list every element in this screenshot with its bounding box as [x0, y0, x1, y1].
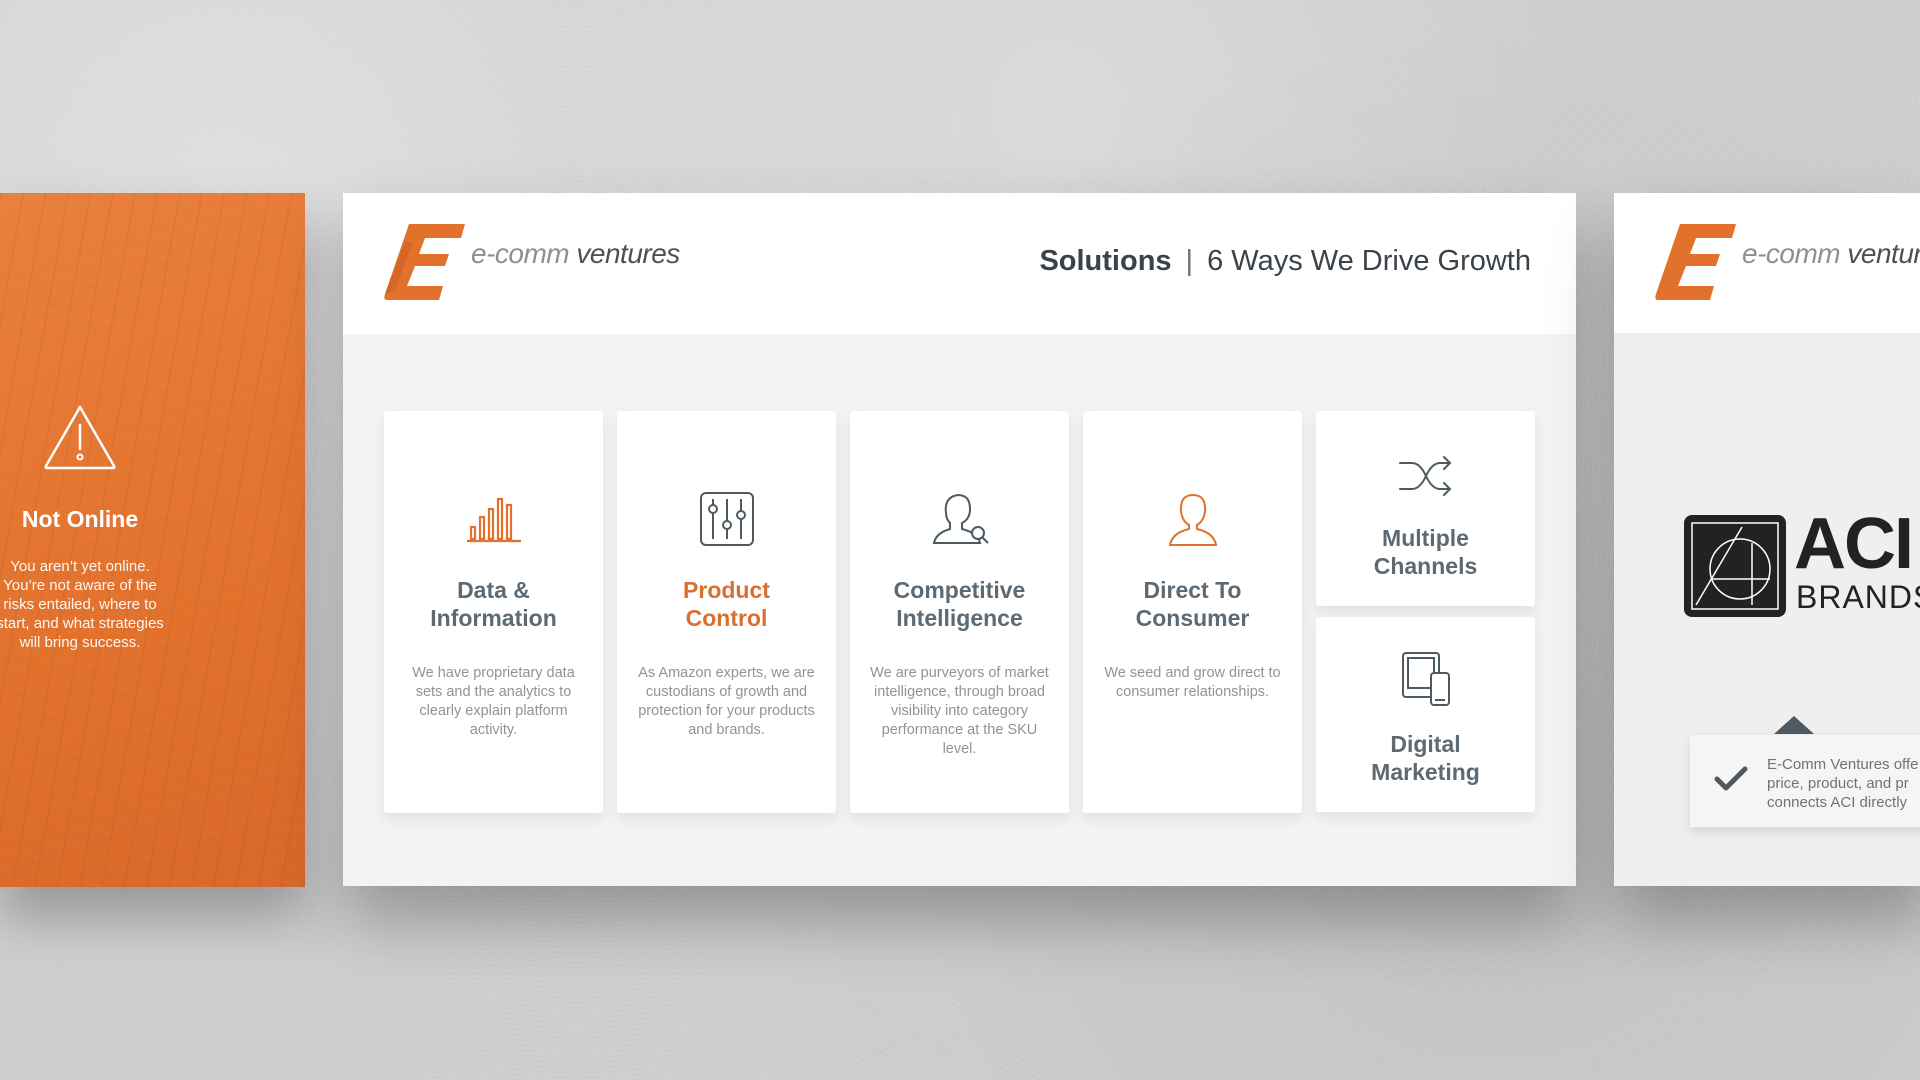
logo-text-bold: ventures [569, 238, 680, 269]
callout-box: E-Comm Ventures offe price, product, and… [1690, 735, 1920, 827]
logo-text-light: e-comm [1742, 238, 1841, 269]
devices-icon [1401, 652, 1450, 706]
person-search-icon [932, 493, 989, 544]
aci-brand-sub: BRANDS [1796, 579, 1920, 615]
card-title-line2: Control [685, 605, 768, 631]
ecomm-logo: e-comm ventures [383, 224, 703, 302]
card-title-line2: Consumer [1135, 605, 1250, 631]
check-icon [1714, 766, 1748, 791]
not-online-title: Not Online [21, 506, 139, 532]
card-competitive-intelligence: Competitive Intelligence We are purveyor… [850, 411, 1069, 813]
card-product-control: Product Control As Amazon experts, we ar… [617, 411, 836, 813]
card-title-line1: Multiple [1382, 525, 1469, 551]
warning-triangle-icon [44, 405, 116, 470]
card-direct-to-consumer: Direct To Consumer We seed and grow dire… [1083, 411, 1302, 813]
card-title-line1: Digital [1390, 731, 1461, 757]
card-title-line2: Information [430, 605, 557, 631]
card-description: We seed and grow direct to consumer rela… [1104, 665, 1281, 700]
slide-header: e-comm ventures Solutions | 6 Ways We Driv… [343, 193, 1576, 334]
card-title-line2: Marketing [1371, 759, 1480, 785]
callout-arrow [1774, 716, 1814, 734]
aci-logo-icon [1684, 515, 1786, 617]
callout-line3: connects ACI directly [1767, 794, 1908, 811]
aci-brand-text: ACI [1794, 504, 1914, 584]
card-description: We are purveyors of market intelligence,… [870, 665, 1049, 757]
page-title: Solutions | 6 Ways We Drive Growth [1039, 245, 1531, 278]
ecomm-logo-icon [384, 224, 465, 300]
card-title-line2: Intelligence [896, 605, 1023, 631]
card-description: We have proprietary data sets and the an… [412, 665, 575, 738]
card-title-line1: Direct To [1143, 577, 1242, 603]
title-subtitle: 6 Ways We Drive Growth [1207, 245, 1531, 277]
logo-text-bold: ventur [1840, 238, 1920, 269]
slide-not-online: Not Online You aren’t yet online. You’re… [0, 193, 305, 887]
slide-aci-brands: e-comm ventur ACI BRANDS E-Comm Ventures… [1614, 193, 1920, 886]
card-data-information: Data & Information We have proprietary d… [384, 411, 603, 813]
slide-solutions: e-comm ventures Solutions | 6 Ways We Driv… [343, 193, 1576, 886]
card-multiple-channels: Multiple Channels [1316, 411, 1535, 606]
ecomm-logo: e-comm ventur [1654, 224, 1920, 302]
card-title-line1: Product [683, 577, 770, 603]
card-digital-marketing: Digital Marketing [1316, 617, 1535, 812]
slide-header: e-comm ventur [1614, 193, 1920, 333]
callout-line2: price, product, and pr [1767, 775, 1909, 792]
callout-line1: E-Comm Ventures offe [1767, 756, 1919, 773]
person-icon [1168, 493, 1217, 546]
shuffle-icon [1398, 456, 1451, 496]
card-title-line2: Channels [1373, 553, 1478, 579]
ecomm-logo-icon [1655, 224, 1736, 300]
bar-chart-icon [466, 497, 521, 543]
card-title-line1: Data & [457, 577, 530, 603]
sliders-icon [699, 492, 754, 546]
logo-text-light: e-comm [471, 238, 570, 269]
title-separator: | [1185, 245, 1194, 277]
solutions-cards: Data & Information We have proprietary d… [384, 411, 1544, 813]
card-title-line1: Competitive [893, 577, 1026, 603]
card-description: As Amazon experts, we are custodians of … [638, 665, 815, 738]
title-solutions: Solutions [1039, 245, 1172, 277]
not-online-body: You aren’t yet online. You’re not aware … [0, 558, 164, 651]
